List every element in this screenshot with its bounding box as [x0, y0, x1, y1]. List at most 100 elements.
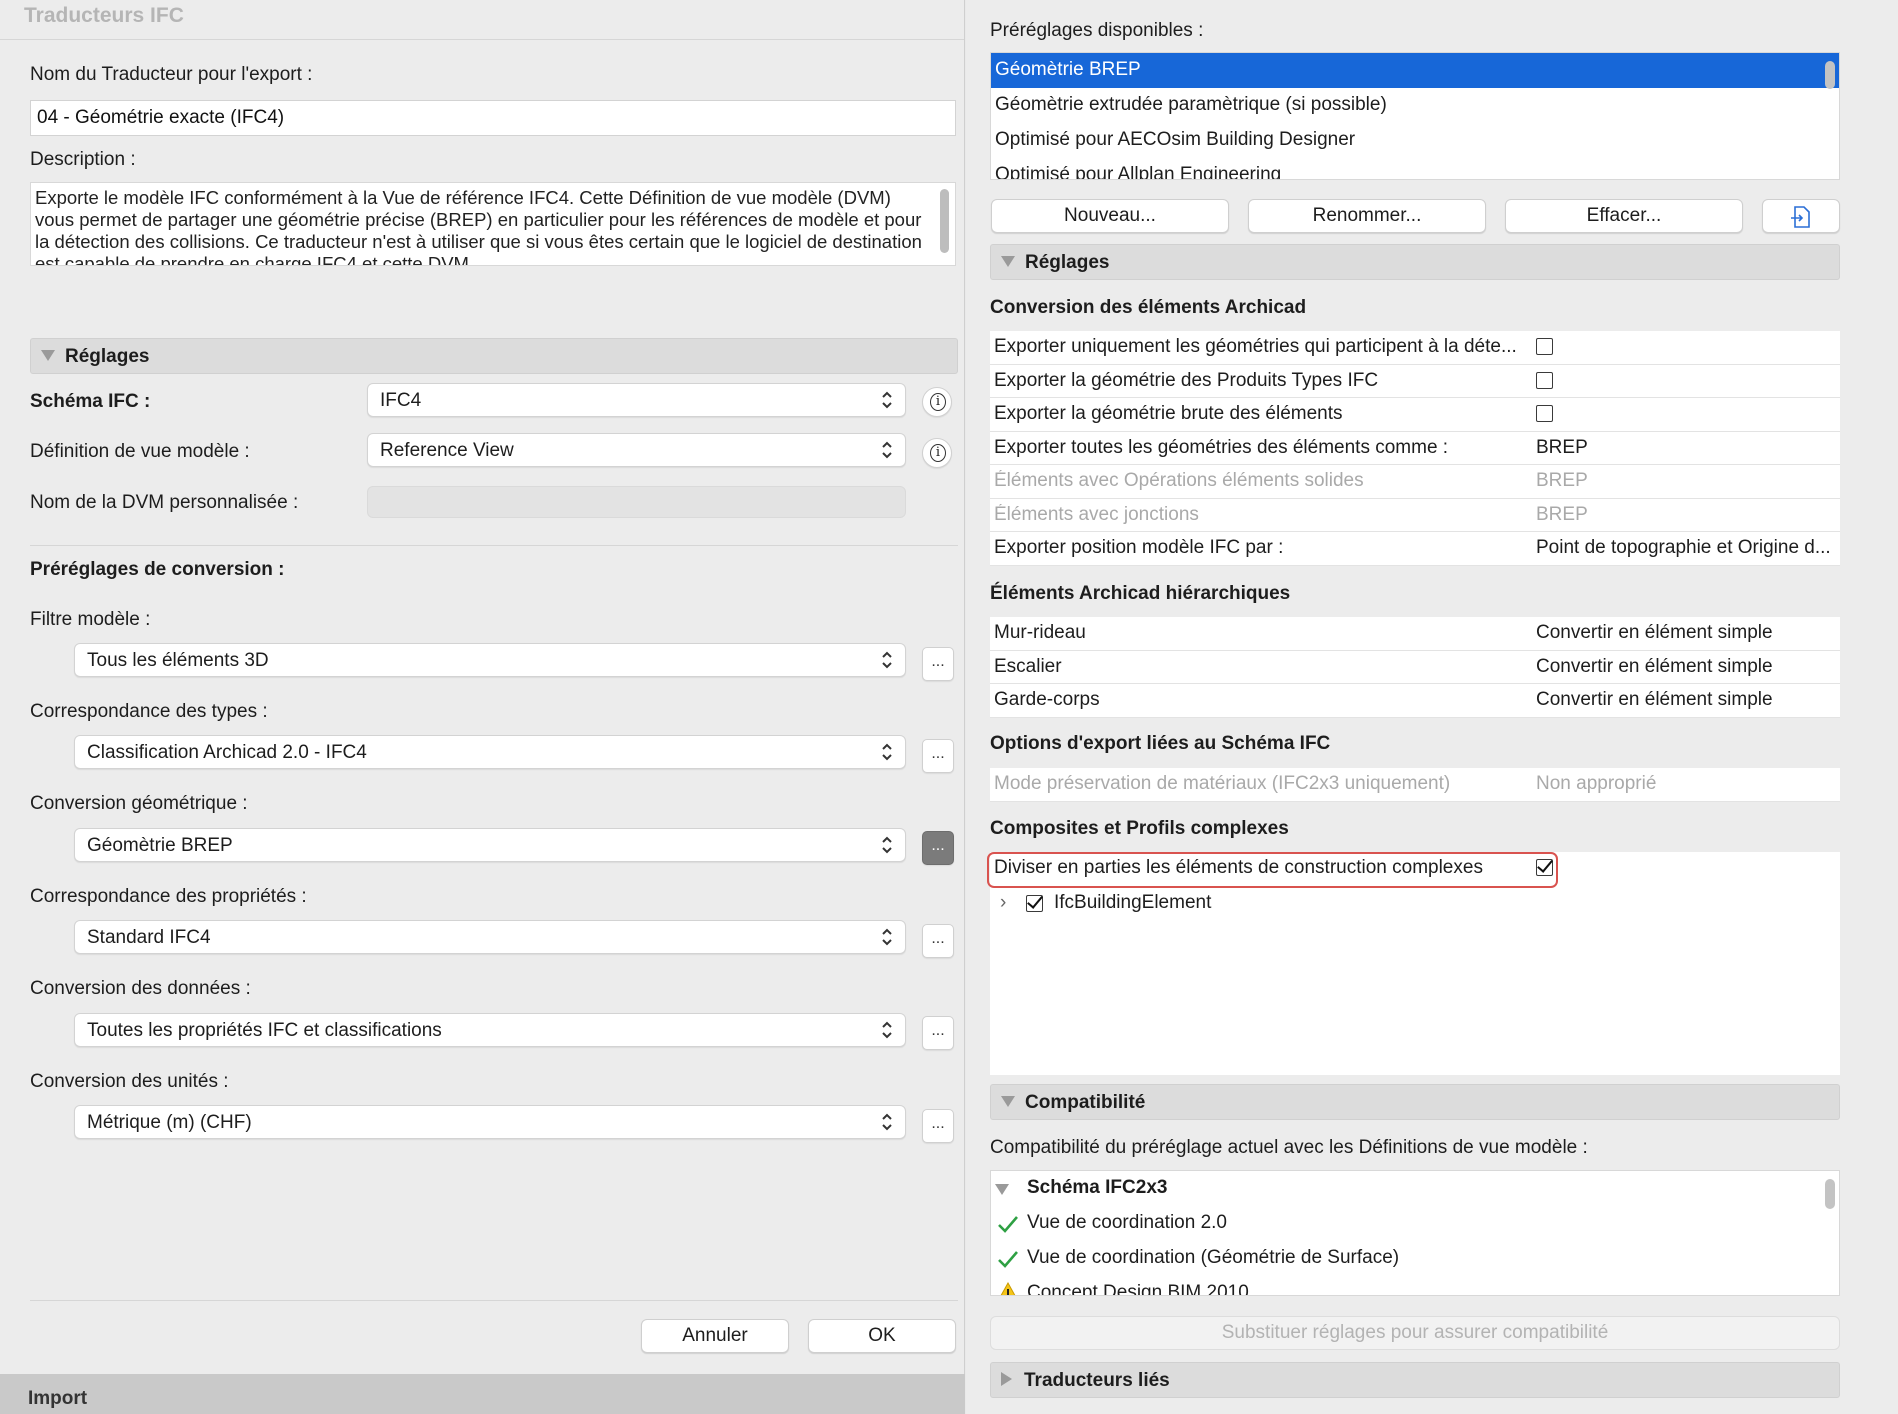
new-preset-button[interactable]: Nouveau...	[991, 199, 1229, 233]
geometry-conversion-select[interactable]: Géomètrie BREP	[74, 828, 906, 862]
data-conversion-select[interactable]: Toutes les propriétés IFC et classificat…	[74, 1013, 906, 1047]
data-conversion-more-button[interactable]: ...	[922, 1016, 954, 1050]
dialog-titlebar: Traducteurs IFC	[0, 0, 964, 40]
schema-label: Schéma IFC :	[30, 391, 151, 412]
disclosure-triangle-right-icon	[1001, 1372, 1012, 1386]
unit-conversion-more-button[interactable]: ...	[922, 1109, 954, 1143]
ok-button[interactable]: OK	[808, 1319, 956, 1353]
table-row[interactable]: Exporter la géométrie des Produits Types…	[990, 365, 1840, 398]
settings-section-header[interactable]: Réglages	[990, 244, 1840, 280]
model-filter-more-button[interactable]: ...	[922, 647, 954, 681]
table-row[interactable]: Exporter position modèle IFC par : Point…	[990, 532, 1840, 566]
row-key: Exporter la géométrie brute des éléments	[994, 403, 1343, 424]
divider	[30, 1300, 958, 1301]
table-row: Mode préservation de matériaux (IFC2x3 u…	[990, 768, 1840, 802]
rename-preset-button[interactable]: Renommer...	[1248, 199, 1486, 233]
geometry-conversion-value: Géomètrie BREP	[87, 835, 233, 856]
description-scrollbar[interactable]	[940, 189, 949, 253]
schema-group-label: Schéma IFC2x3	[1027, 1177, 1168, 1198]
property-mapping-value: Standard IFC4	[87, 927, 211, 948]
chevron-updown-icon	[882, 441, 892, 459]
list-item[interactable]: Géomètrie BREP	[991, 53, 1839, 88]
geometry-conversion-label: Conversion géométrique :	[30, 793, 248, 814]
mvd-info-button[interactable]: i	[922, 438, 952, 468]
tree-item[interactable]: › IfcBuildingElement	[990, 886, 1840, 922]
row-key: Escalier	[994, 655, 1062, 677]
delete-preset-button[interactable]: Effacer...	[1505, 199, 1743, 233]
row-key: Exporter uniquement les géométries qui p…	[994, 336, 1517, 357]
compatibility-list-scrollbar[interactable]	[1825, 1179, 1835, 1209]
row-value: Non approprié	[1536, 773, 1657, 794]
highlight-box	[987, 852, 1558, 888]
checkbox[interactable]	[1536, 405, 1553, 423]
row-value[interactable]: Convertir en élément simple	[1536, 622, 1836, 644]
row-value[interactable]: Convertir en élément simple	[1536, 656, 1836, 678]
type-mapping-label: Correspondance des types :	[30, 701, 268, 722]
tree-item-checkbox[interactable]	[1026, 894, 1043, 912]
linked-translators-label: Traducteurs liés	[1024, 1370, 1170, 1391]
model-filter-select[interactable]: Tous les éléments 3D	[74, 643, 906, 677]
conversion-settings-table: Exporter uniquement les géométries qui p…	[990, 331, 1840, 566]
row-value[interactable]: Convertir en élément simple	[1536, 689, 1836, 711]
row-key: Éléments avec jonctions	[994, 503, 1199, 525]
compat-item-label: Concept Design BIM 2010	[1027, 1282, 1249, 1296]
name-label: Nom du Traducteur pour l'export :	[30, 64, 313, 85]
custom-mvd-field	[367, 486, 906, 518]
info-icon: i	[930, 444, 946, 462]
schema-info-button[interactable]: i	[922, 387, 952, 417]
table-row[interactable]: Exporter toutes les géométries des éléme…	[990, 432, 1840, 465]
presets-list: Géomètrie BREP Géomètrie extrudée paramè…	[990, 52, 1840, 180]
type-mapping-value: Classification Archicad 2.0 - IFC4	[87, 742, 367, 763]
disclosure-triangle-icon	[41, 350, 55, 361]
table-row[interactable]: Mur-rideau Convertir en élément simple	[990, 617, 1840, 651]
chevron-updown-icon	[882, 1113, 892, 1131]
schema-select[interactable]: IFC4	[367, 383, 906, 417]
chevron-updown-icon	[882, 391, 892, 409]
presets-list-scrollbar[interactable]	[1825, 61, 1835, 89]
compat-item-label: Vue de coordination 2.0	[1027, 1212, 1228, 1233]
settings-header-label: Réglages	[1025, 252, 1110, 273]
table-row[interactable]: Exporter la géométrie brute des éléments	[990, 398, 1840, 432]
table-row[interactable]: Exporter uniquement les géométries qui p…	[990, 331, 1840, 365]
type-mapping-select[interactable]: Classification Archicad 2.0 - IFC4	[74, 735, 906, 769]
table-row[interactable]: Escalier Convertir en élément simple	[990, 651, 1840, 684]
disclosure-triangle-icon[interactable]	[995, 1184, 1009, 1195]
unit-conversion-label: Conversion des unités :	[30, 1071, 229, 1092]
check-ok-icon	[998, 1216, 1018, 1233]
property-mapping-select[interactable]: Standard IFC4	[74, 920, 906, 954]
type-mapping-more-button[interactable]: ...	[922, 739, 954, 773]
list-item[interactable]: Géomètrie extrudée paramètrique (si poss…	[991, 88, 1839, 123]
unit-conversion-select[interactable]: Métrique (m) (CHF)	[74, 1105, 906, 1139]
geometry-conversion-more-button[interactable]: ...	[922, 831, 954, 865]
list-item[interactable]: Optimisé pour Allplan Engineering	[991, 158, 1839, 179]
background-window-title: Import	[28, 1388, 88, 1409]
checkbox[interactable]	[1536, 338, 1553, 356]
export-preset-button[interactable]	[1762, 199, 1840, 233]
model-filter-value: Tous les éléments 3D	[87, 650, 269, 671]
table-row: Éléments avec jonctions BREP	[990, 499, 1840, 532]
conversion-group-title: Conversion des éléments Archicad	[990, 297, 1307, 318]
list-item[interactable]: Optimisé pour AECOsim Building Designer	[991, 123, 1839, 158]
property-mapping-more-button[interactable]: ...	[922, 924, 954, 958]
row-checkbox-cell	[1536, 370, 1836, 392]
row-key: Exporter toutes les géométries des éléme…	[994, 436, 1449, 458]
schema-value: IFC4	[380, 390, 422, 411]
translator-dialog: Traducteurs IFC Nom du Traducteur pour l…	[0, 0, 965, 1374]
linked-translators-section-header[interactable]: Traducteurs liés	[990, 1362, 1840, 1398]
schema-group-row[interactable]: Schéma IFC2x3	[991, 1171, 1839, 1206]
compatibility-section-header[interactable]: Compatibilité	[990, 1084, 1840, 1120]
description-textarea[interactable]: Exporte le modèle IFC conformément à la …	[30, 182, 956, 266]
chevron-right-icon[interactable]: ›	[1000, 892, 1006, 914]
tree-item-label: IfcBuildingElement	[1054, 891, 1212, 913]
row-value[interactable]: Point de topographie et Origine d...	[1536, 537, 1836, 559]
cancel-button[interactable]: Annuler	[641, 1319, 789, 1353]
table-row[interactable]: Garde-corps Convertir en élément simple	[990, 684, 1840, 718]
mvd-select[interactable]: Reference View	[367, 433, 906, 467]
translator-name-field[interactable]: 04 - Géométrie exacte (IFC4)	[30, 100, 956, 136]
chevron-updown-icon	[882, 836, 892, 854]
disclosure-triangle-icon	[1001, 256, 1015, 267]
checkbox[interactable]	[1536, 371, 1553, 389]
row-value[interactable]: BREP	[1536, 437, 1836, 459]
compatibility-list: Schéma IFC2x3 Vue de coordination 2.0 Vu…	[990, 1170, 1840, 1296]
settings-section-header[interactable]: Réglages	[30, 338, 958, 374]
